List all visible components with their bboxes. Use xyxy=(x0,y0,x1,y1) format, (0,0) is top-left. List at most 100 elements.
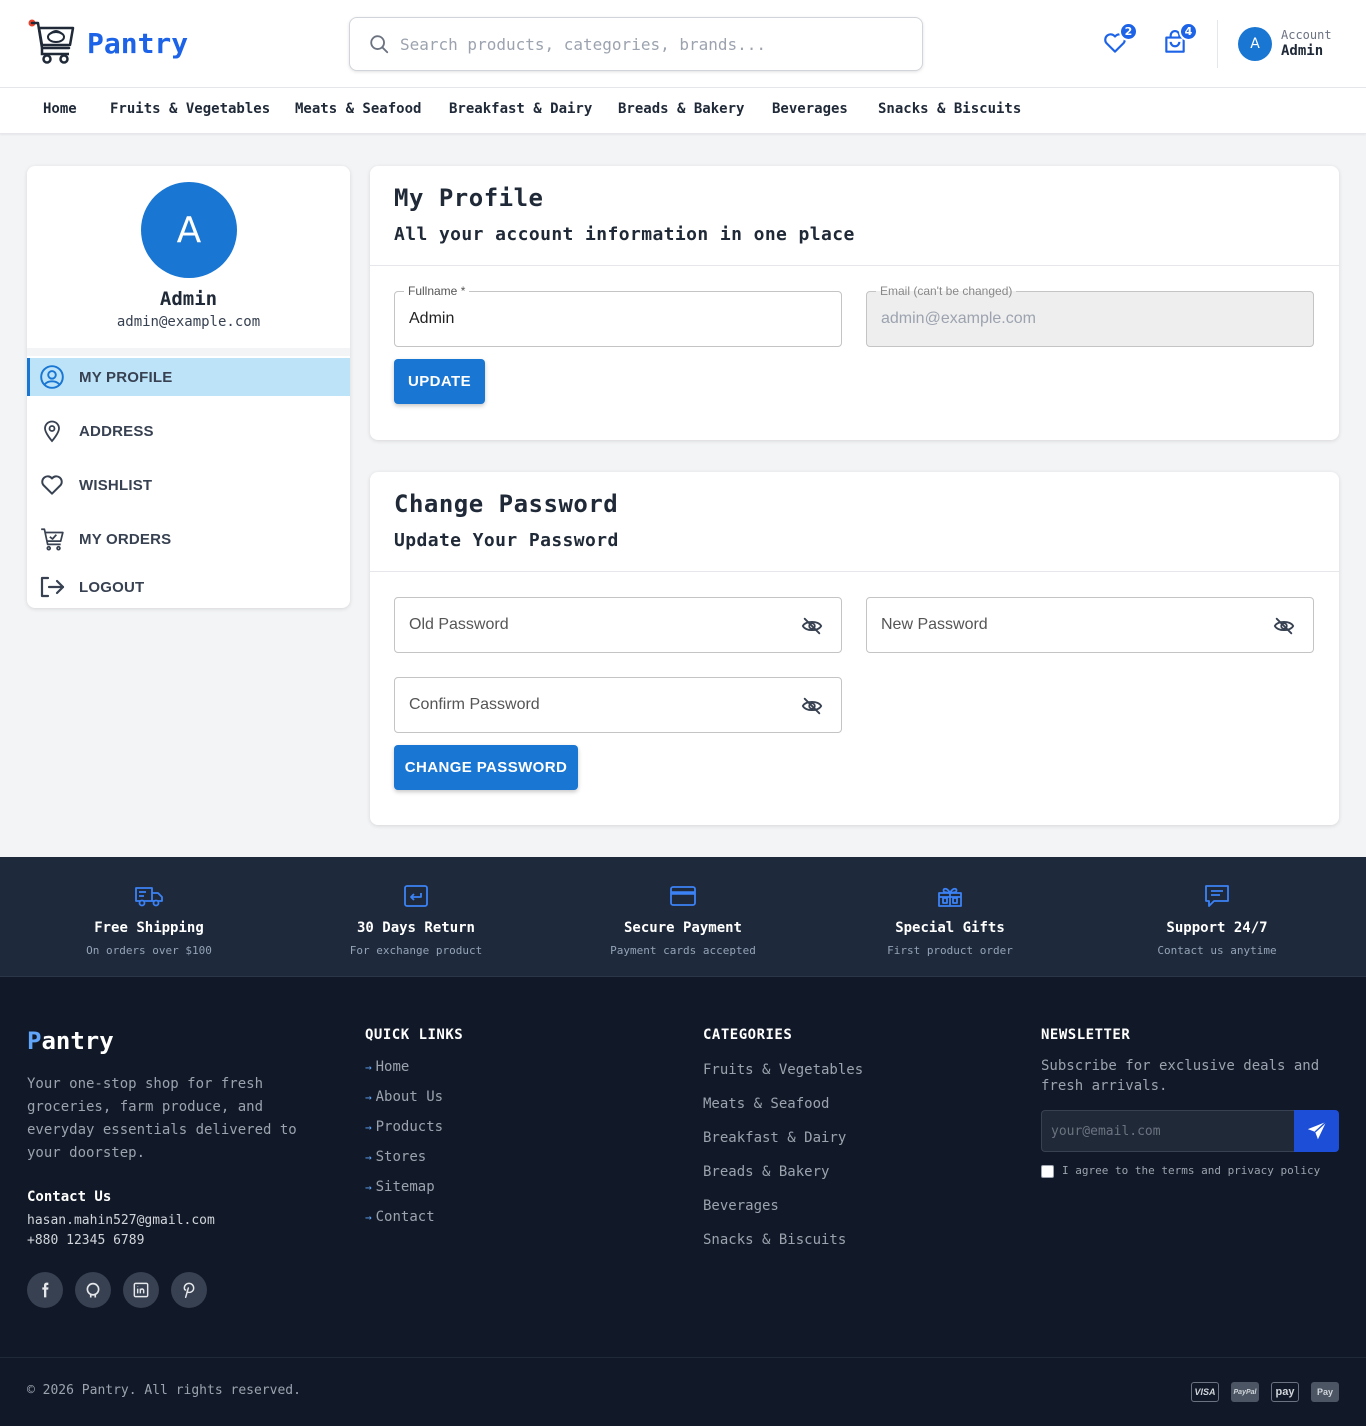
update-button[interactable]: UPDATE xyxy=(394,359,485,404)
footer-category-link[interactable]: Meats & Seafood xyxy=(703,1096,829,1112)
quick-link-label: Stores xyxy=(375,1149,427,1165)
quick-link-label: Sitemap xyxy=(375,1179,435,1195)
category-nav: Home Fruits & Vegetables Meats & Seafood… xyxy=(0,88,1366,134)
old-password-input[interactable] xyxy=(409,598,789,652)
nav-item-breakfast-dairy[interactable]: Breakfast & Dairy xyxy=(449,101,592,117)
quick-links-heading: QUICK LINKS xyxy=(365,1027,464,1043)
eye-off-icon[interactable] xyxy=(801,695,823,717)
terms-checkbox[interactable] xyxy=(1041,1165,1054,1178)
quick-link-products[interactable]: → Products xyxy=(365,1119,443,1135)
fullname-field[interactable]: Fullname * xyxy=(394,284,842,347)
eye-off-icon[interactable] xyxy=(801,615,823,637)
feature-support: Support 24/7 Contact us anytime xyxy=(1107,883,1327,957)
old-password-field[interactable] xyxy=(394,597,842,653)
amazon-pay-icon: pay xyxy=(1271,1382,1299,1402)
nav-item-beverages[interactable]: Beverages xyxy=(772,101,848,117)
sidebar-item-my-profile[interactable]: MY PROFILE xyxy=(27,358,350,396)
account-name: Admin xyxy=(1281,43,1324,59)
footer-category-link[interactable]: Beverages xyxy=(703,1198,779,1214)
linkedin-icon xyxy=(133,1282,149,1298)
categories-heading: CATEGORIES xyxy=(703,1027,793,1043)
github-button[interactable] xyxy=(75,1272,111,1308)
chat-icon xyxy=(1205,885,1229,907)
header-divider xyxy=(1217,20,1218,68)
quick-link-label: Home xyxy=(375,1059,410,1075)
contact-email[interactable]: hasan.mahin527@gmail.com xyxy=(27,1213,215,1228)
footer-category-link[interactable]: Snacks & Biscuits xyxy=(703,1232,846,1248)
wishlist-button[interactable]: 2 xyxy=(1102,22,1138,56)
sidebar-divider xyxy=(27,348,350,356)
terms-label: I agree to the terms and privacy policy xyxy=(1062,1164,1321,1177)
page-title: My Profile xyxy=(394,184,544,212)
send-icon xyxy=(1307,1121,1327,1140)
quick-link-label: About Us xyxy=(375,1089,444,1105)
change-password-button[interactable]: CHANGE PASSWORD xyxy=(394,745,578,790)
footer-logo[interactable]: Pantry xyxy=(27,1027,114,1055)
contact-heading: Contact Us xyxy=(27,1189,112,1205)
search-bar[interactable] xyxy=(349,17,923,71)
logo[interactable]: Pantry xyxy=(27,18,188,68)
nav-item-home[interactable]: Home xyxy=(43,101,77,117)
feature-30-days-return: 30 Days Return For exchange product xyxy=(306,883,526,957)
password-card-header: Change Password Update Your Password xyxy=(370,472,1339,572)
nav-item-breads-bakery[interactable]: Breads & Bakery xyxy=(618,101,744,117)
profile-name: Admin xyxy=(159,288,218,310)
new-password-input[interactable] xyxy=(881,598,1261,652)
nav-item-snacks-biscuits[interactable]: Snacks & Biscuits xyxy=(878,101,1021,117)
profile-card-header: My Profile All your account information … xyxy=(370,166,1339,266)
facebook-button[interactable] xyxy=(27,1272,63,1308)
change-password-card: Change Password Update Your Password CHA… xyxy=(370,472,1339,825)
confirm-password-input[interactable] xyxy=(409,678,789,732)
account-sidebar: A Admin admin@example.com MY PROFILE ADD… xyxy=(27,166,350,608)
footer-description: Your one-stop shop for fresh groceries, … xyxy=(27,1076,297,1161)
email-input xyxy=(881,292,1261,346)
cart-button[interactable]: 4 xyxy=(1162,22,1198,56)
footer-category-link[interactable]: Breads & Bakery xyxy=(703,1164,829,1180)
newsletter-email-input[interactable] xyxy=(1041,1110,1295,1152)
quick-link-about[interactable]: → About Us xyxy=(365,1089,443,1105)
logout-icon xyxy=(40,576,65,598)
quick-link-home[interactable]: → Home xyxy=(365,1059,409,1075)
feature-title: 30 Days Return xyxy=(356,920,475,936)
footer-category-link[interactable]: Breakfast & Dairy xyxy=(703,1130,846,1146)
footer-divider xyxy=(0,1357,1366,1358)
profile-avatar: A xyxy=(141,182,237,278)
sidebar-item-my-orders[interactable]: MY ORDERS xyxy=(27,520,350,558)
search-icon xyxy=(370,35,389,54)
quick-link-sitemap[interactable]: → Sitemap xyxy=(365,1179,435,1195)
feature-free-shipping: Free Shipping On orders over $100 xyxy=(39,883,259,957)
pinterest-button[interactable] xyxy=(171,1272,207,1308)
return-icon xyxy=(404,885,428,907)
sidebar-item-address[interactable]: ADDRESS xyxy=(27,412,350,450)
user-circle-icon xyxy=(40,365,64,389)
newsletter-submit-button[interactable] xyxy=(1294,1110,1339,1152)
truck-icon xyxy=(135,887,163,907)
eye-off-icon[interactable] xyxy=(1273,615,1295,637)
profile-email: admin@example.com xyxy=(116,314,261,330)
sidebar-item-label: WISHLIST xyxy=(79,476,153,494)
sidebar-item-wishlist[interactable]: WISHLIST xyxy=(27,466,350,504)
search-input[interactable] xyxy=(400,34,900,54)
sidebar-item-logout[interactable]: LOGOUT xyxy=(27,568,350,606)
linkedin-button[interactable] xyxy=(123,1272,159,1308)
confirm-password-field[interactable] xyxy=(394,677,842,733)
cart-count-badge: 4 xyxy=(1179,22,1198,41)
new-password-field[interactable] xyxy=(866,597,1314,653)
feature-subtitle: Payment cards accepted xyxy=(610,944,756,957)
facebook-icon xyxy=(42,1282,49,1298)
feature-subtitle: For exchange product xyxy=(349,944,483,957)
footer: Pantry Your one-stop shop for fresh groc… xyxy=(0,977,1366,1426)
newsletter-heading: NEWSLETTER xyxy=(1041,1027,1131,1043)
contact-phone[interactable]: +880 12345 6789 xyxy=(27,1233,144,1248)
nav-item-fruits-vegetables[interactable]: Fruits & Vegetables xyxy=(110,101,270,117)
fullname-input[interactable] xyxy=(409,292,789,346)
feature-secure-payment: Secure Payment Payment cards accepted xyxy=(573,883,793,957)
footer-category-link[interactable]: Fruits & Vegetables xyxy=(703,1062,863,1078)
nav-item-meats-seafood[interactable]: Meats & Seafood xyxy=(295,101,421,117)
account-menu[interactable]: A Account Admin xyxy=(1238,27,1332,61)
quick-link-contact[interactable]: → Contact xyxy=(365,1209,435,1225)
quick-link-stores[interactable]: → Stores xyxy=(365,1149,426,1165)
sidebar-item-label: MY PROFILE xyxy=(79,368,173,386)
apple-pay-icon: Pay xyxy=(1311,1382,1339,1402)
page-subtitle: All your account information in one plac… xyxy=(394,224,855,245)
